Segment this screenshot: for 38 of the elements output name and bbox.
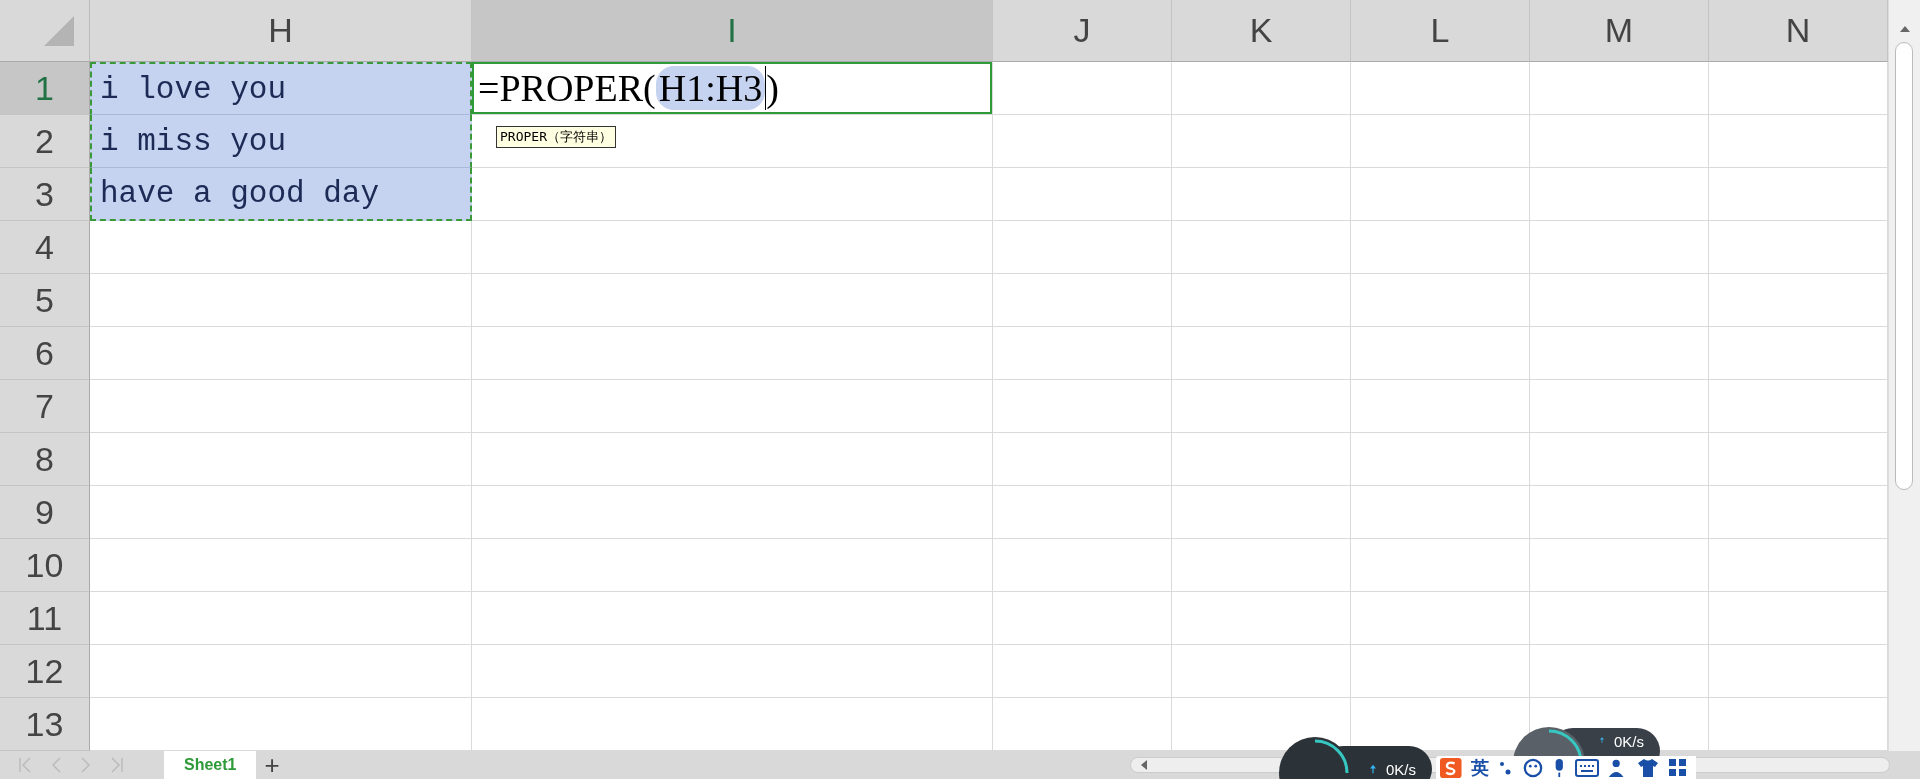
scroll-up-icon[interactable] [1900, 26, 1910, 32]
column-header[interactable]: L [1351, 0, 1530, 62]
row-header[interactable]: 13 [0, 698, 90, 751]
function-tooltip: PROPER（字符串） [496, 126, 616, 148]
shirt-icon[interactable] [1637, 757, 1660, 778]
row-header[interactable]: 11 [0, 592, 90, 645]
table-cell: have a good day [90, 168, 472, 221]
row-header[interactable]: 7 [0, 380, 90, 433]
column-header[interactable]: K [1172, 0, 1351, 62]
row-header[interactable]: 12 [0, 645, 90, 698]
row-header[interactable]: 9 [0, 486, 90, 539]
keyboard-icon[interactable] [1575, 757, 1600, 778]
row-header[interactable]: 2 [0, 115, 90, 168]
ime-language-toggle[interactable]: 英 [1470, 756, 1489, 779]
add-sheet-button[interactable]: + [256, 751, 288, 779]
row-header[interactable]: 6 [0, 327, 90, 380]
sheet-tab[interactable]: Sheet1 [164, 751, 257, 779]
row-header[interactable]: 3 [0, 168, 90, 221]
column-header[interactable]: M [1530, 0, 1709, 62]
scroll-thumb[interactable] [1895, 42, 1913, 490]
row-header[interactable]: 5 [0, 274, 90, 327]
table-cell: i love you [90, 62, 472, 115]
column-header[interactable]: N [1709, 0, 1888, 62]
scroll-left-icon[interactable] [1141, 760, 1147, 770]
speed-text: 0K/s [1614, 733, 1644, 750]
upload-arrow-icon [1370, 762, 1376, 776]
vertical-scrollbar[interactable] [1888, 0, 1920, 751]
table-cell: i miss you [90, 115, 472, 168]
row-header[interactable]: 8 [0, 433, 90, 486]
column-header[interactable]: J [993, 0, 1172, 62]
emoji-icon[interactable] [1522, 757, 1543, 778]
speed-text: 0K/s [1386, 760, 1416, 778]
input-method-logo-icon[interactable] [1440, 757, 1462, 778]
column-header[interactable]: H [90, 0, 472, 62]
row-header[interactable]: 4 [0, 221, 90, 274]
row-header[interactable]: 10 [0, 539, 90, 592]
formula-cell[interactable]: =PROPER(H1:H3) [472, 62, 992, 114]
grid-icon[interactable] [1668, 757, 1689, 778]
